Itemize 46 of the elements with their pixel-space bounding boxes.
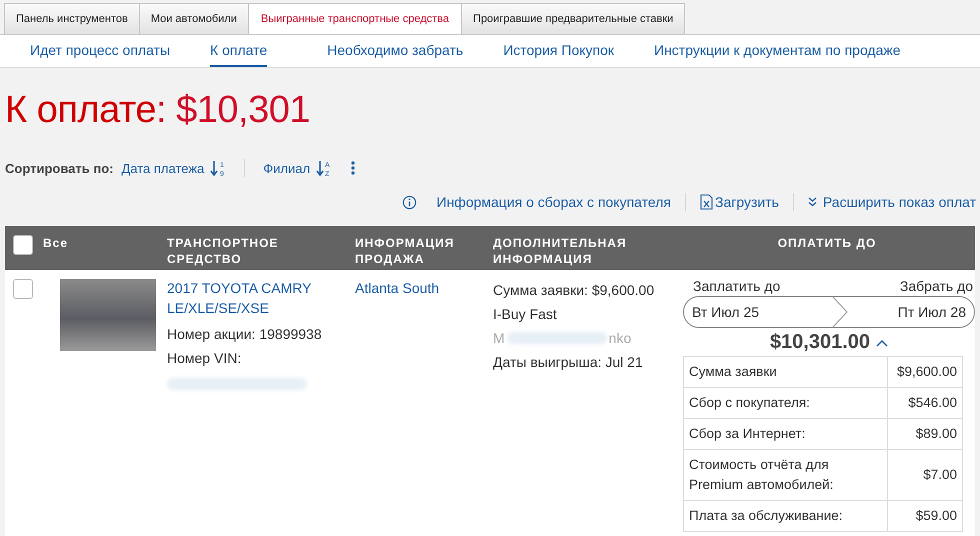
sub-tab[interactable]: Идет процесс оплаты (4, 35, 190, 67)
fee-amount: $9,600.00 (888, 356, 962, 388)
fee-name: Плата за обслуживание: (684, 500, 888, 532)
column-header: ИНФОРМАЦИЯ ПРОДАЖА (355, 236, 454, 266)
sale-type: I-Buy Fast (493, 305, 558, 324)
sort-label: Сортировать по: (5, 160, 114, 176)
fee-name: Сумма заявки (684, 356, 888, 388)
column-header: ТРАНСПОРТНОЕ СРЕДСТВО (167, 236, 278, 266)
nav-tab[interactable]: Мои автомобили (138, 3, 249, 34)
column-header: ДОПОЛНИТЕЛЬНАЯ ИНФОРМАЦИЯ (493, 236, 627, 266)
stock-number: Номер акции: 19899938 (167, 325, 323, 344)
fee-amount: $59.00 (888, 500, 962, 532)
vin-label: Номер VIN: (167, 349, 242, 368)
bid-amount: Сумма заявки: $9,600.00 (493, 281, 656, 300)
action-link[interactable]: Загрузить (714, 194, 779, 210)
pay-date: Вт Июл 25 (692, 304, 760, 320)
sub-tab[interactable]: Необходимо забрать (307, 35, 484, 67)
sort-option[interactable]: Филиал (263, 160, 310, 176)
sub-tab[interactable]: Инструкции к документам по продаже (634, 35, 921, 67)
total-amount: : $10,301 (156, 89, 310, 131)
seller-name-end: nko (608, 329, 632, 348)
fee-name: Стоимость отчёта для Premium автомобилей: (684, 450, 888, 500)
fee-amount: $89.00 (888, 418, 962, 450)
fee-name: Сбор за Интернет: (684, 418, 888, 450)
page-title: К оплате (5, 89, 156, 131)
row-total: $10,301.00 (770, 331, 870, 354)
nav-tab[interactable]: Проигравшие предварительные ставки (461, 3, 686, 34)
pickup-by-label: Забрать до (900, 278, 973, 294)
select-all-label: Все (43, 235, 68, 251)
seller-name-start: M (493, 329, 505, 348)
sort-option[interactable]: Дата платежа (121, 160, 204, 176)
nav-tab[interactable]: Панель инструментов (4, 3, 140, 34)
win-date: Даты выигрыша: Jul 21 (493, 353, 644, 372)
sub-tab[interactable]: История Покупок (483, 35, 634, 67)
fee-amount: $546.00 (888, 388, 962, 418)
fee-amount: $7.00 (888, 450, 962, 500)
pickup-date: Пт Июл 28 (898, 304, 966, 320)
action-link[interactable]: Расширить показ оплат (822, 194, 976, 210)
vehicle-link[interactable]: 2017 TOYOTA CAMRY LE/XLE/SE/XSE (167, 278, 355, 318)
fee-name: Сбор с покупателя: (684, 388, 888, 418)
action-link[interactable]: Информация о сборах с покупателя (436, 194, 671, 210)
pay-by-label: Заплатить до (693, 278, 780, 294)
sub-tab[interactable]: К оплате (210, 35, 268, 67)
column-header: ОПЛАТИТЬ ДО (778, 236, 876, 250)
nav-tab[interactable]: Выигранные транспортные средства (248, 3, 462, 34)
sale-location-link[interactable]: Atlanta South (355, 278, 493, 298)
